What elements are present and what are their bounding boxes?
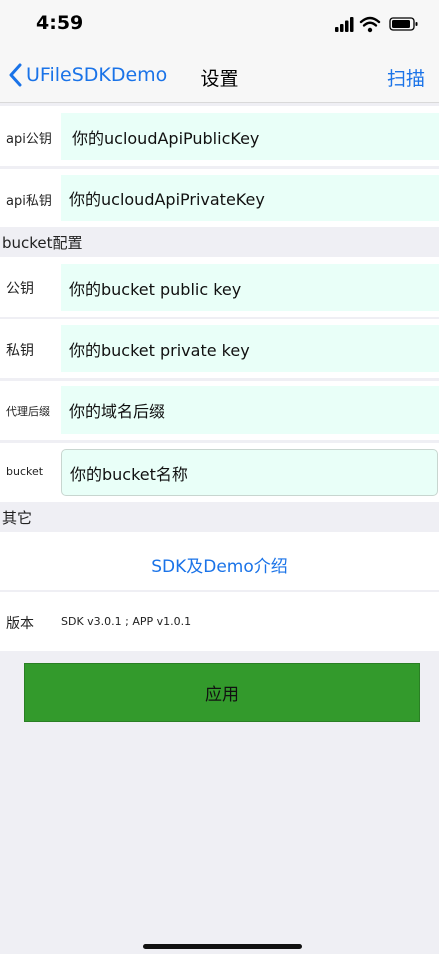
bucket-public-key-label: 公钥: [6, 281, 34, 297]
wifi-icon: [359, 16, 381, 33]
proxy-suffix-field[interactable]: 你的域名后缀: [61, 386, 439, 434]
scan-button[interactable]: 扫描: [387, 64, 425, 91]
api-public-key-row: api公钥 你的ucloudApiPublicKey: [0, 106, 439, 166]
bucket-private-key-label: 私钥: [6, 343, 34, 359]
api-public-key-label: api公钥: [6, 132, 52, 147]
apply-button[interactable]: 应用: [24, 663, 420, 722]
cellular-signal-icon: [335, 17, 354, 32]
bucket-public-key-field[interactable]: 你的bucket public key: [61, 264, 439, 311]
proxy-suffix-row: 代理后缀 你的域名后缀: [0, 381, 439, 440]
version-label: 版本: [6, 616, 34, 632]
page-title: 设置: [200, 68, 239, 90]
sdk-intro-link[interactable]: SDK及Demo介绍: [0, 552, 439, 577]
version-row: 版本 SDK v3.0.1 ; APP v1.0.1: [0, 592, 439, 651]
bucket-public-key-row: 公钥 你的bucket public key: [0, 257, 439, 317]
proxy-suffix-label: 代理后缀: [6, 405, 50, 418]
navigation-bar: UFileSDKDemo 设置 扫描: [0, 48, 439, 103]
bucket-name-field[interactable]: 你的bucket名称: [61, 449, 438, 496]
version-value: SDK v3.0.1 ; APP v1.0.1: [61, 615, 192, 628]
bucket-private-key-field[interactable]: 你的bucket private key: [61, 325, 439, 372]
bucket-section-header: bucket配置: [2, 234, 83, 252]
bucket-name-row: bucket 你的bucket名称: [0, 443, 439, 502]
status-bar: 4:59: [0, 0, 439, 48]
sdk-intro-row[interactable]: SDK及Demo介绍: [0, 532, 439, 590]
home-indicator[interactable]: [143, 944, 302, 949]
api-private-key-row: api私钥 你的ucloudApiPrivateKey: [0, 169, 439, 227]
api-private-key-label: api私钥: [6, 194, 52, 209]
battery-icon: [389, 17, 418, 31]
api-public-key-field[interactable]: 你的ucloudApiPublicKey: [61, 113, 439, 160]
status-icons: [335, 15, 421, 33]
bucket-name-label: bucket: [6, 465, 44, 478]
api-private-key-field[interactable]: 你的ucloudApiPrivateKey: [61, 175, 439, 221]
status-time: 4:59: [36, 12, 84, 34]
other-section-header: 其它: [2, 509, 33, 527]
bucket-private-key-row: 私钥 你的bucket private key: [0, 319, 439, 378]
